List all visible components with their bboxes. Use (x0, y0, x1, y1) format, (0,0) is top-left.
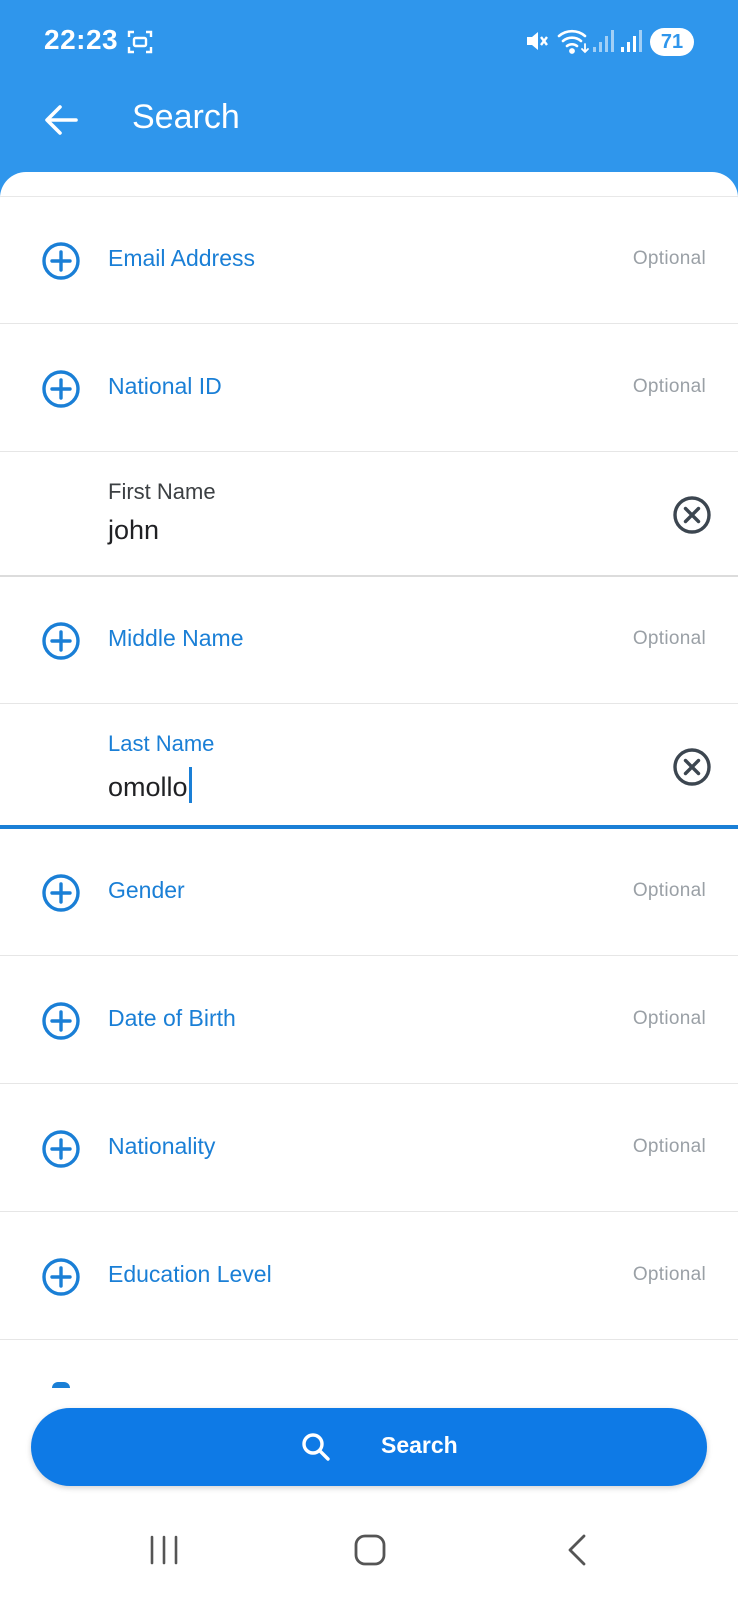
add-circle-icon (52, 1382, 70, 1388)
clear-icon[interactable] (672, 495, 712, 535)
battery-indicator: 71 (650, 28, 694, 56)
field-label: Education Level (108, 1261, 272, 1287)
field-label: National ID (108, 373, 222, 399)
field-label: First Name (108, 479, 216, 504)
field-national-id[interactable]: National ID Optional (0, 325, 738, 452)
field-date-of-birth[interactable]: Date of Birth Optional (0, 957, 738, 1084)
system-nav-bar (0, 1500, 738, 1600)
page-title: Search (132, 98, 240, 136)
optional-hint: Optional (632, 880, 706, 901)
last-name-input[interactable]: omollo (108, 767, 192, 803)
text-caret (188, 767, 192, 803)
home-icon[interactable] (352, 1532, 388, 1568)
field-middle-name[interactable]: Middle Name Optional (0, 577, 738, 704)
recent-apps-icon[interactable] (146, 1532, 182, 1568)
field-label: Gender (108, 877, 185, 903)
field-first-name: First Name john (0, 453, 738, 577)
search-button[interactable]: Search (31, 1408, 707, 1486)
add-circle-icon (42, 622, 80, 660)
mute-icon (527, 32, 548, 50)
search-icon (302, 1433, 330, 1461)
input-text: omollo (108, 772, 188, 802)
field-gender[interactable]: Gender Optional (0, 829, 738, 956)
signal-icon (621, 30, 642, 52)
app-header: 22:23 71 Search (0, 0, 738, 200)
optional-hint: Optional (632, 1264, 706, 1285)
add-circle-icon (42, 874, 80, 912)
field-nationality[interactable]: Nationality Optional (0, 1085, 738, 1212)
field-label: Nationality (108, 1133, 216, 1159)
arrow-left-icon[interactable] (38, 96, 86, 144)
field-email-address[interactable]: Email Address Optional (0, 197, 738, 324)
clear-icon[interactable] (672, 747, 712, 787)
wifi-icon (557, 29, 589, 54)
add-circle-icon (42, 1130, 80, 1168)
field-last-name: Last Name omollo (0, 705, 738, 829)
status-bar: 22:23 71 (0, 0, 738, 84)
signal-icon (593, 30, 614, 52)
field-label: Email Address (108, 245, 256, 271)
search-button-label: Search (381, 1432, 458, 1458)
add-circle-icon (42, 370, 80, 408)
screenshot-icon (127, 30, 153, 54)
back-icon[interactable] (562, 1532, 592, 1568)
optional-hint: Optional (632, 248, 706, 269)
add-circle-icon (42, 242, 80, 280)
status-time: 22:23 (44, 24, 119, 55)
optional-hint: Optional (632, 628, 706, 649)
add-circle-icon (42, 1258, 80, 1296)
field-education-level[interactable]: Education Level Optional (0, 1213, 738, 1340)
first-name-input[interactable]: john (108, 515, 159, 546)
optional-hint: Optional (632, 1008, 706, 1029)
field-label: Date of Birth (108, 1005, 236, 1031)
field-label: Middle Name (108, 625, 244, 651)
optional-hint: Optional (632, 1136, 706, 1157)
optional-hint: Optional (632, 376, 706, 397)
add-circle-icon (42, 1002, 80, 1040)
field-label: Last Name (108, 731, 215, 756)
